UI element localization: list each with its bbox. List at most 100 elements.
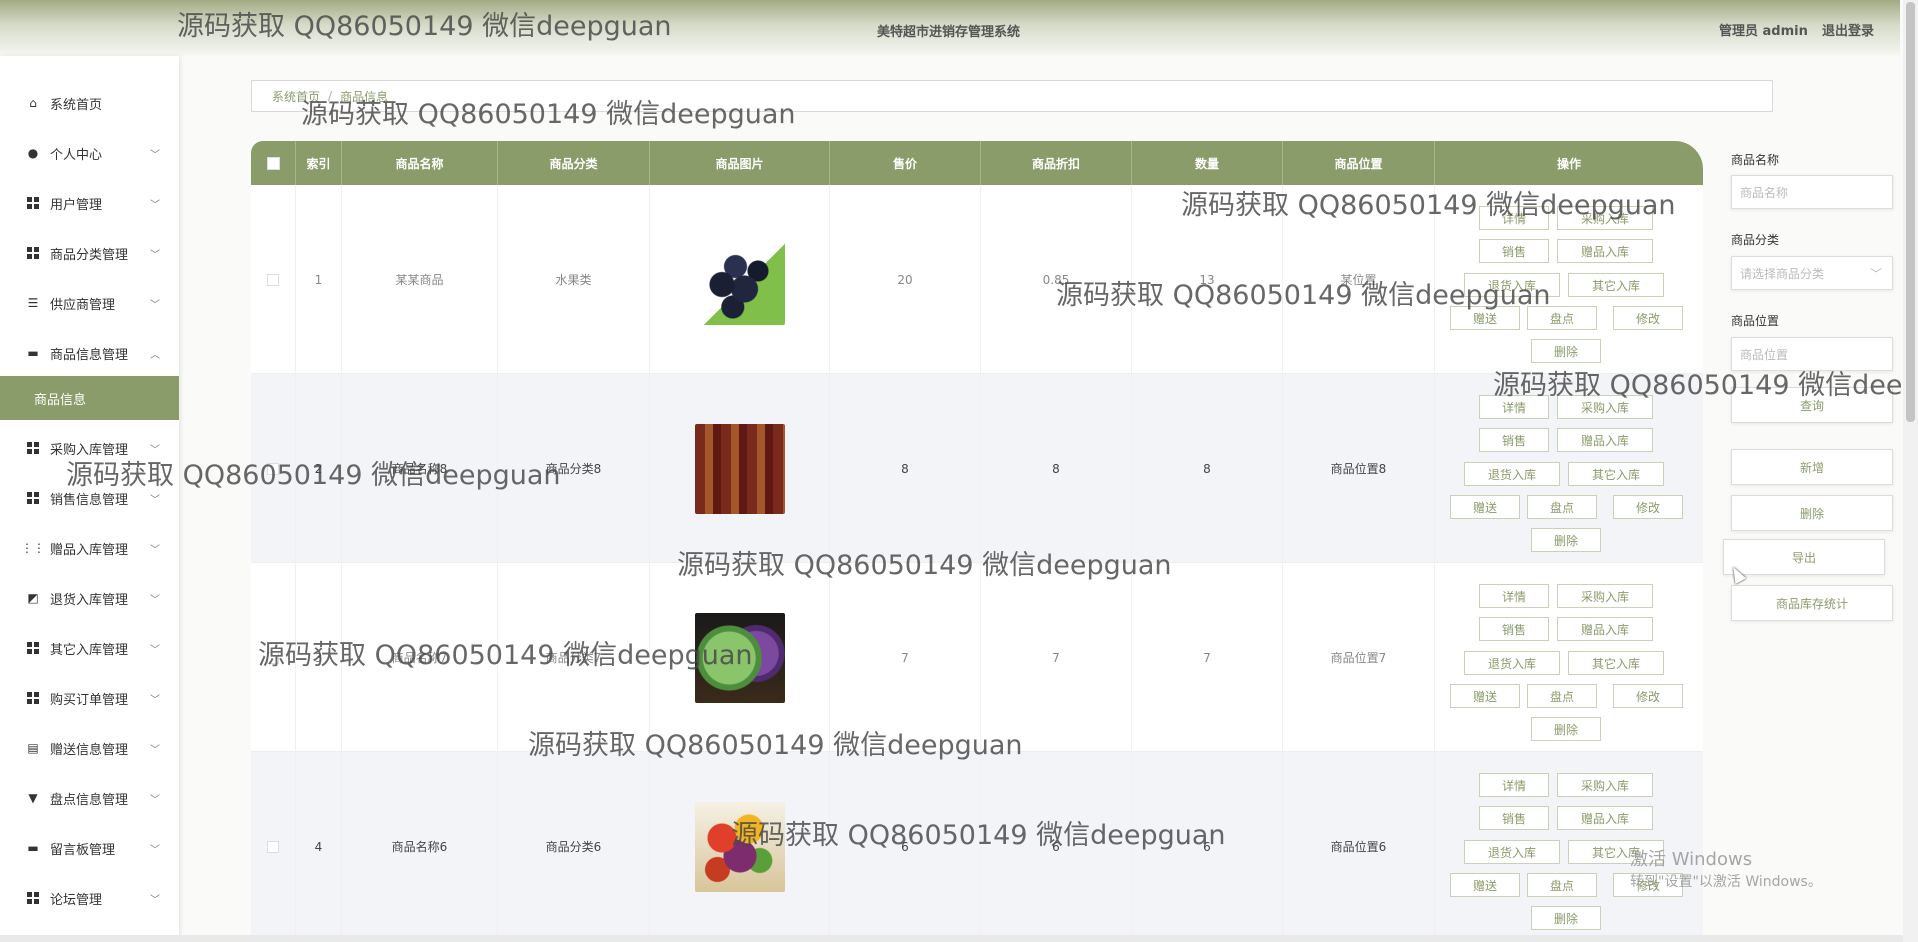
sidebar-item-forum[interactable]: 论坛管理 ﹀ xyxy=(0,873,179,923)
return-in-button[interactable]: 退货入库 xyxy=(1464,840,1560,864)
vertical-scrollbar[interactable] xyxy=(1903,0,1918,942)
cell-price: 8 xyxy=(830,374,981,563)
add-button[interactable]: 新增 xyxy=(1731,449,1893,485)
row-checkbox[interactable] xyxy=(267,840,279,853)
inventory-button[interactable]: 盘点 xyxy=(1527,306,1597,330)
breadcrumb-home[interactable]: 系统首页 xyxy=(272,88,320,105)
delete-button[interactable]: 删除 xyxy=(1731,495,1893,531)
delete-button[interactable]: 删除 xyxy=(1531,717,1601,741)
inventory-button[interactable]: 盘点 xyxy=(1527,684,1597,708)
col-image: 商品图片 xyxy=(650,141,830,185)
export-button[interactable]: 导出 xyxy=(1723,539,1885,575)
edit-button[interactable]: 修改 xyxy=(1613,684,1683,708)
sell-button[interactable]: 销售 xyxy=(1479,806,1549,830)
gift-out-button[interactable]: 赠送 xyxy=(1450,306,1520,330)
detail-button[interactable]: 详情 xyxy=(1479,584,1549,608)
cell-index: 4 xyxy=(296,752,342,941)
clipboard-icon: ▤ xyxy=(27,741,39,755)
sidebar-item-sales[interactable]: 销售信息管理 ﹀ xyxy=(0,473,179,523)
query-button[interactable]: 查询 xyxy=(1731,387,1893,423)
cell-index: 3 xyxy=(296,563,342,752)
sidebar-item-users[interactable]: 用户管理 ﹀ xyxy=(0,178,179,228)
gift-out-button[interactable]: 赠送 xyxy=(1450,684,1520,708)
select-all-checkbox[interactable] xyxy=(251,141,296,185)
gift-out-button[interactable]: 赠送 xyxy=(1450,495,1520,519)
sidebar-item-purchase[interactable]: 采购入库管理 ﹀ xyxy=(0,423,179,473)
return-in-button[interactable]: 退货入库 xyxy=(1464,462,1560,486)
cell-category: 商品分类8 xyxy=(498,374,650,563)
sidebar-item-gift-out[interactable]: ▤ 赠送信息管理 ﹀ xyxy=(0,723,179,773)
purchase-in-button[interactable]: 采购入库 xyxy=(1557,206,1653,230)
return-in-button[interactable]: 退货入库 xyxy=(1464,273,1560,297)
sell-button[interactable]: 销售 xyxy=(1479,617,1549,641)
sidebar-item-gift-in[interactable]: ⋮⋮ 赠品入库管理 ﹀ xyxy=(0,523,179,573)
sell-button[interactable]: 销售 xyxy=(1479,428,1549,452)
gift-in-button[interactable]: 赠品入库 xyxy=(1557,239,1653,263)
windows-activation-hint: 转到"设置"以激活 Windows。 xyxy=(1630,874,1822,890)
search-name-input[interactable]: 商品名称 xyxy=(1731,175,1893,209)
sidebar-subitem-product-info[interactable]: 商品信息 xyxy=(0,376,179,420)
sell-button[interactable]: 销售 xyxy=(1479,239,1549,263)
col-name: 商品名称 xyxy=(342,141,498,185)
other-in-button[interactable]: 其它入库 xyxy=(1568,273,1664,297)
chevron-down-icon: ﹀ xyxy=(150,200,160,211)
edit-button[interactable]: 修改 xyxy=(1613,306,1683,330)
row-checkbox-cell xyxy=(251,374,296,563)
inventory-button[interactable]: 盘点 xyxy=(1527,873,1597,897)
logout-link[interactable]: 退出登录 xyxy=(1822,20,1874,39)
sidebar-item-category[interactable]: 商品分类管理 ﹀ xyxy=(0,228,179,278)
gift-in-button[interactable]: 赠品入库 xyxy=(1557,428,1653,452)
sidebar-item-label: 盘点信息管理 xyxy=(50,792,129,808)
gift-out-button[interactable]: 赠送 xyxy=(1450,873,1520,897)
table-row: 2 商品名称8 商品分类8 8 8 8 商品位置8 详情 采购入库 销售 赠品入库 退货入库 其它入库赠… xyxy=(251,374,1703,563)
stock-stats-button[interactable]: 商品库存统计 xyxy=(1731,585,1893,621)
grid-icon xyxy=(26,246,40,260)
detail-button[interactable]: 详情 xyxy=(1479,395,1549,419)
sidebar-item-label: 购买订单管理 xyxy=(50,692,129,708)
row-checkbox[interactable] xyxy=(267,462,279,475)
cell-category: 商品分类7 xyxy=(498,563,650,752)
sidebar-item-orders[interactable]: 购买订单管理 ﹀ xyxy=(0,673,179,723)
chevron-down-icon: ﹀ xyxy=(1869,266,1882,281)
table-row: 1 某某商品 水果类 20 0.85 13 某位置 详情 采购入库 销售 赠品入库 退货入库 其它入库赠… xyxy=(251,185,1703,374)
scrollbar-thumb[interactable] xyxy=(1906,2,1915,422)
product-table: 索引 商品名称 商品分类 商品图片 售价 商品折扣 数量 商品位置 操作 1 某某… xyxy=(251,141,1703,942)
purchase-in-button[interactable]: 采购入库 xyxy=(1557,773,1653,797)
sidebar-item-product[interactable]: ▬ 商品信息管理 ︿ xyxy=(0,328,179,378)
cell-qty: 7 xyxy=(1132,563,1283,752)
other-in-button[interactable]: 其它入库 xyxy=(1568,462,1664,486)
row-checkbox[interactable] xyxy=(267,273,279,286)
purchase-in-button[interactable]: 采购入库 xyxy=(1557,584,1653,608)
col-actions: 操作 xyxy=(1556,156,1581,171)
windows-activation-title: 激活 Windows xyxy=(1630,849,1753,870)
sidebar-item-supplier[interactable]: ☰ 供应商管理 ﹀ xyxy=(0,278,179,328)
purchase-in-button[interactable]: 采购入库 xyxy=(1557,395,1653,419)
detail-button[interactable]: 详情 xyxy=(1479,773,1549,797)
sidebar-item-profile[interactable]: ● 个人中心 ﹀ xyxy=(0,128,179,178)
sidebar-item-return[interactable]: ◩ 退货入库管理 ﹀ xyxy=(0,573,179,623)
sidebar-item-messages[interactable]: ▬ 留言板管理 ﹀ xyxy=(0,823,179,873)
delete-button[interactable]: 删除 xyxy=(1531,339,1601,363)
cell-index: 1 xyxy=(296,185,342,374)
sidebar-item-home[interactable]: ⌂ 系统首页 xyxy=(0,78,179,128)
delete-button[interactable]: 删除 xyxy=(1531,906,1601,930)
detail-button[interactable]: 详情 xyxy=(1479,206,1549,230)
sidebar-item-inventory[interactable]: ▼ 盘点信息管理 ﹀ xyxy=(0,773,179,823)
gift-in-button[interactable]: 赠品入库 xyxy=(1557,617,1653,641)
other-in-button[interactable]: 其它入库 xyxy=(1568,651,1664,675)
row-checkbox[interactable] xyxy=(267,651,279,664)
chevron-down-icon: ﹀ xyxy=(150,745,160,756)
product-image-cell xyxy=(650,185,830,374)
delete-button[interactable]: 删除 xyxy=(1531,528,1601,552)
col-price: 售价 xyxy=(830,141,981,185)
return-in-button[interactable]: 退货入库 xyxy=(1464,651,1560,675)
gift-in-button[interactable]: 赠品入库 xyxy=(1557,806,1653,830)
search-category-select[interactable]: 请选择商品分类 ﹀ xyxy=(1731,256,1893,290)
inventory-button[interactable]: 盘点 xyxy=(1527,495,1597,519)
cell-discount: 0.85 xyxy=(981,185,1132,374)
edit-button[interactable]: 修改 xyxy=(1613,495,1683,519)
sidebar-item-other-in[interactable]: 其它入库管理 ﹀ xyxy=(0,623,179,673)
chevron-down-icon: ﹀ xyxy=(150,545,160,556)
cell-name: 某某商品 xyxy=(342,185,498,374)
search-location-input[interactable]: 商品位置 xyxy=(1731,337,1893,371)
